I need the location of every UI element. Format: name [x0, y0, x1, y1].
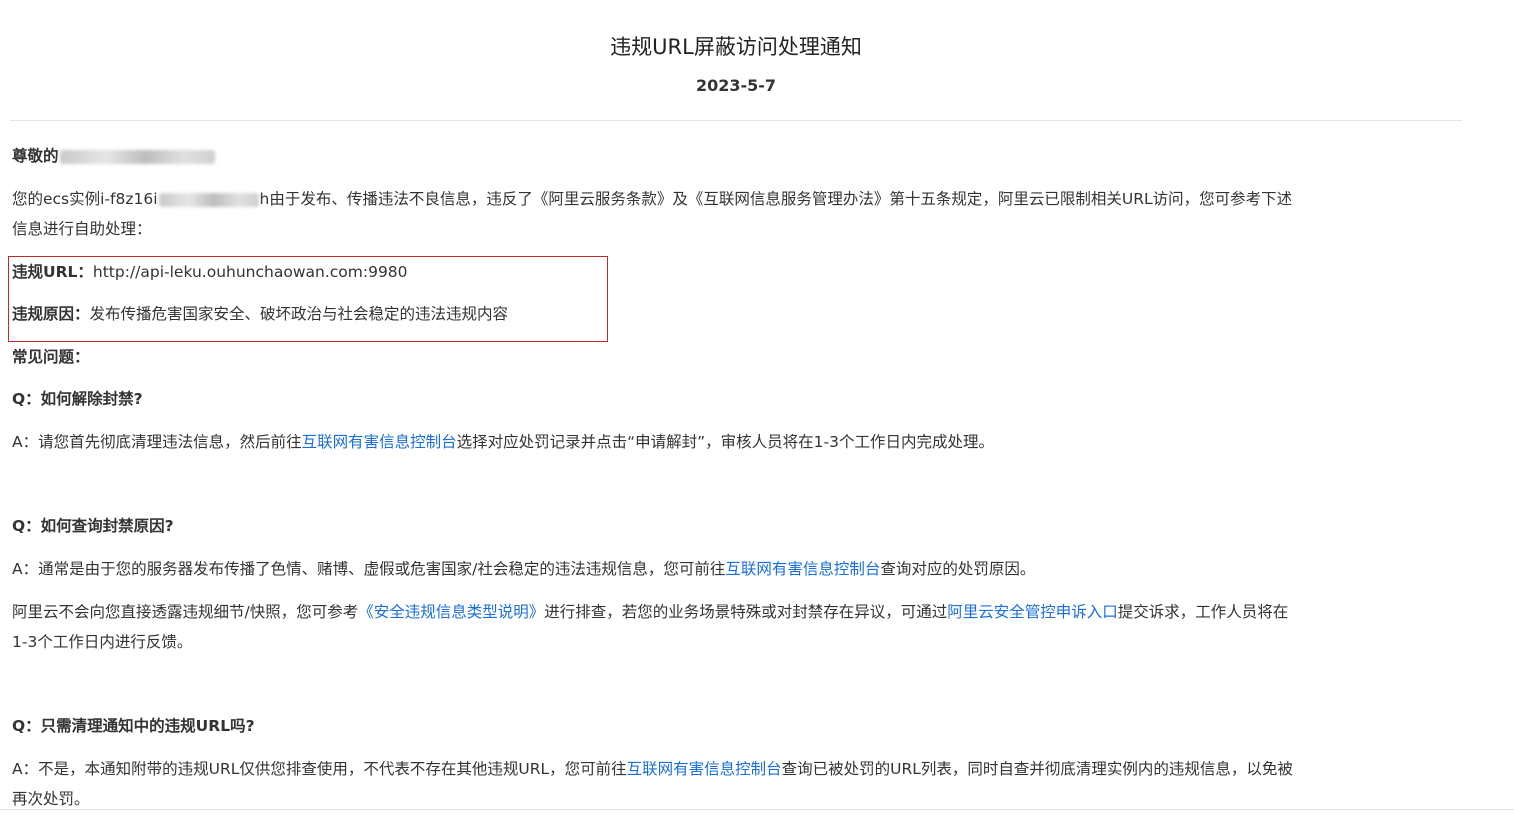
violation-url-row: 违规URL：http://api-leku.ouhunchaowan.com:9… — [12, 258, 408, 286]
answer-1-suffix: 选择对应处罚记录并点击“申请解封”，审核人员将在1-3个工作日内完成处理。 — [456, 433, 995, 451]
answer-2b-suffix: 提交诉求，工作人员将在 — [1117, 603, 1289, 621]
header-divider — [10, 120, 1462, 121]
faq-question-2: Q：如何查询封禁原因? — [12, 517, 174, 535]
answer-2b-middle: 进行排查，若您的业务场景特殊或对封禁存在异议，可通过 — [544, 603, 948, 621]
redacted-recipient — [59, 149, 215, 164]
violation-reason-label: 违规原因： — [12, 305, 90, 323]
answer-3-prefix: A：不是，本通知附带的违规URL仅供您排查使用，不代表不存在其他违规URL，您可… — [12, 760, 627, 778]
redacted-instance-id — [158, 192, 259, 207]
answer-2b-prefix: 阿里云不会向您直接透露违规细节/快照，您可参考 — [12, 603, 359, 621]
violation-type-guide-link[interactable]: 《安全违规信息类型说明》 — [358, 603, 544, 621]
violation-reason-value: 发布传播危害国家安全、破坏政治与社会稳定的违法违规内容 — [89, 305, 509, 323]
answer-2-suffix: 查询对应的处罚原因。 — [880, 560, 1036, 578]
notice-title: 违规URL屏蔽访问处理通知 — [610, 35, 862, 59]
intro-suffix: h由于发布、传播违法不良信息，违反了《阿里云服务条款》及《互联网信息服务管理办法… — [259, 190, 1293, 208]
violation-reason-row: 违规原因：发布传播危害国家安全、破坏政治与社会稳定的违法违规内容 — [12, 300, 508, 328]
violation-url-label: 违规URL： — [12, 263, 93, 281]
faq-heading: 常见问题： — [12, 348, 90, 366]
greeting-prefix: 尊敬的 — [12, 147, 59, 165]
greeting: 尊敬的 — [12, 142, 216, 170]
faq-answer-2b-line-2: 1-3个工作日内进行反馈。 — [12, 633, 193, 651]
intro-prefix: 您的ecs实例i-f8z16i — [12, 190, 158, 208]
intro-line-1: 您的ecs实例i-f8z16i h由于发布、传播违法不良信息，违反了《阿里云服务条… — [12, 185, 1292, 213]
harmful-info-console-link-1[interactable]: 互联网有害信息控制台 — [302, 433, 457, 451]
faq-question-3: Q：只需清理通知中的违规URL吗? — [12, 717, 255, 735]
faq-answer-2b-line-1: 阿里云不会向您直接透露违规细节/快照，您可参考《安全违规信息类型说明》进行排查，… — [12, 598, 1288, 626]
faq-answer-1: A：请您首先彻底清理违法信息，然后前往互联网有害信息控制台选择对应处罚记录并点击… — [12, 428, 994, 456]
answer-2-prefix: A：通常是由于您的服务器发布传播了色情、赌博、虚假或危害国家/社会稳定的违法违规… — [12, 560, 726, 578]
notice-date: 2023-5-7 — [695, 76, 777, 95]
intro-line-2: 信息进行自助处理： — [12, 220, 152, 238]
faq-question-1: Q：如何解除封禁? — [12, 390, 143, 408]
violation-url-value: http://api-leku.ouhunchaowan.com:9980 — [92, 263, 408, 281]
appeal-entry-link[interactable]: 阿里云安全管控申诉入口 — [947, 603, 1118, 621]
answer-3-suffix: 查询已被处罚的URL列表，同时自查并彻底清理实例内的违规信息，以免被 — [781, 760, 1293, 778]
answer-1-prefix: A：请您首先彻底清理违法信息，然后前往 — [12, 433, 302, 451]
harmful-info-console-link-3[interactable]: 互联网有害信息控制台 — [627, 760, 782, 778]
faq-answer-2: A：通常是由于您的服务器发布传播了色情、赌博、虚假或危害国家/社会稳定的违法违规… — [12, 555, 1035, 583]
harmful-info-console-link-2[interactable]: 互联网有害信息控制台 — [725, 560, 880, 578]
faq-answer-3: A：不是，本通知附带的违规URL仅供您排查使用，不代表不存在其他违规URL，您可… — [12, 755, 1293, 783]
